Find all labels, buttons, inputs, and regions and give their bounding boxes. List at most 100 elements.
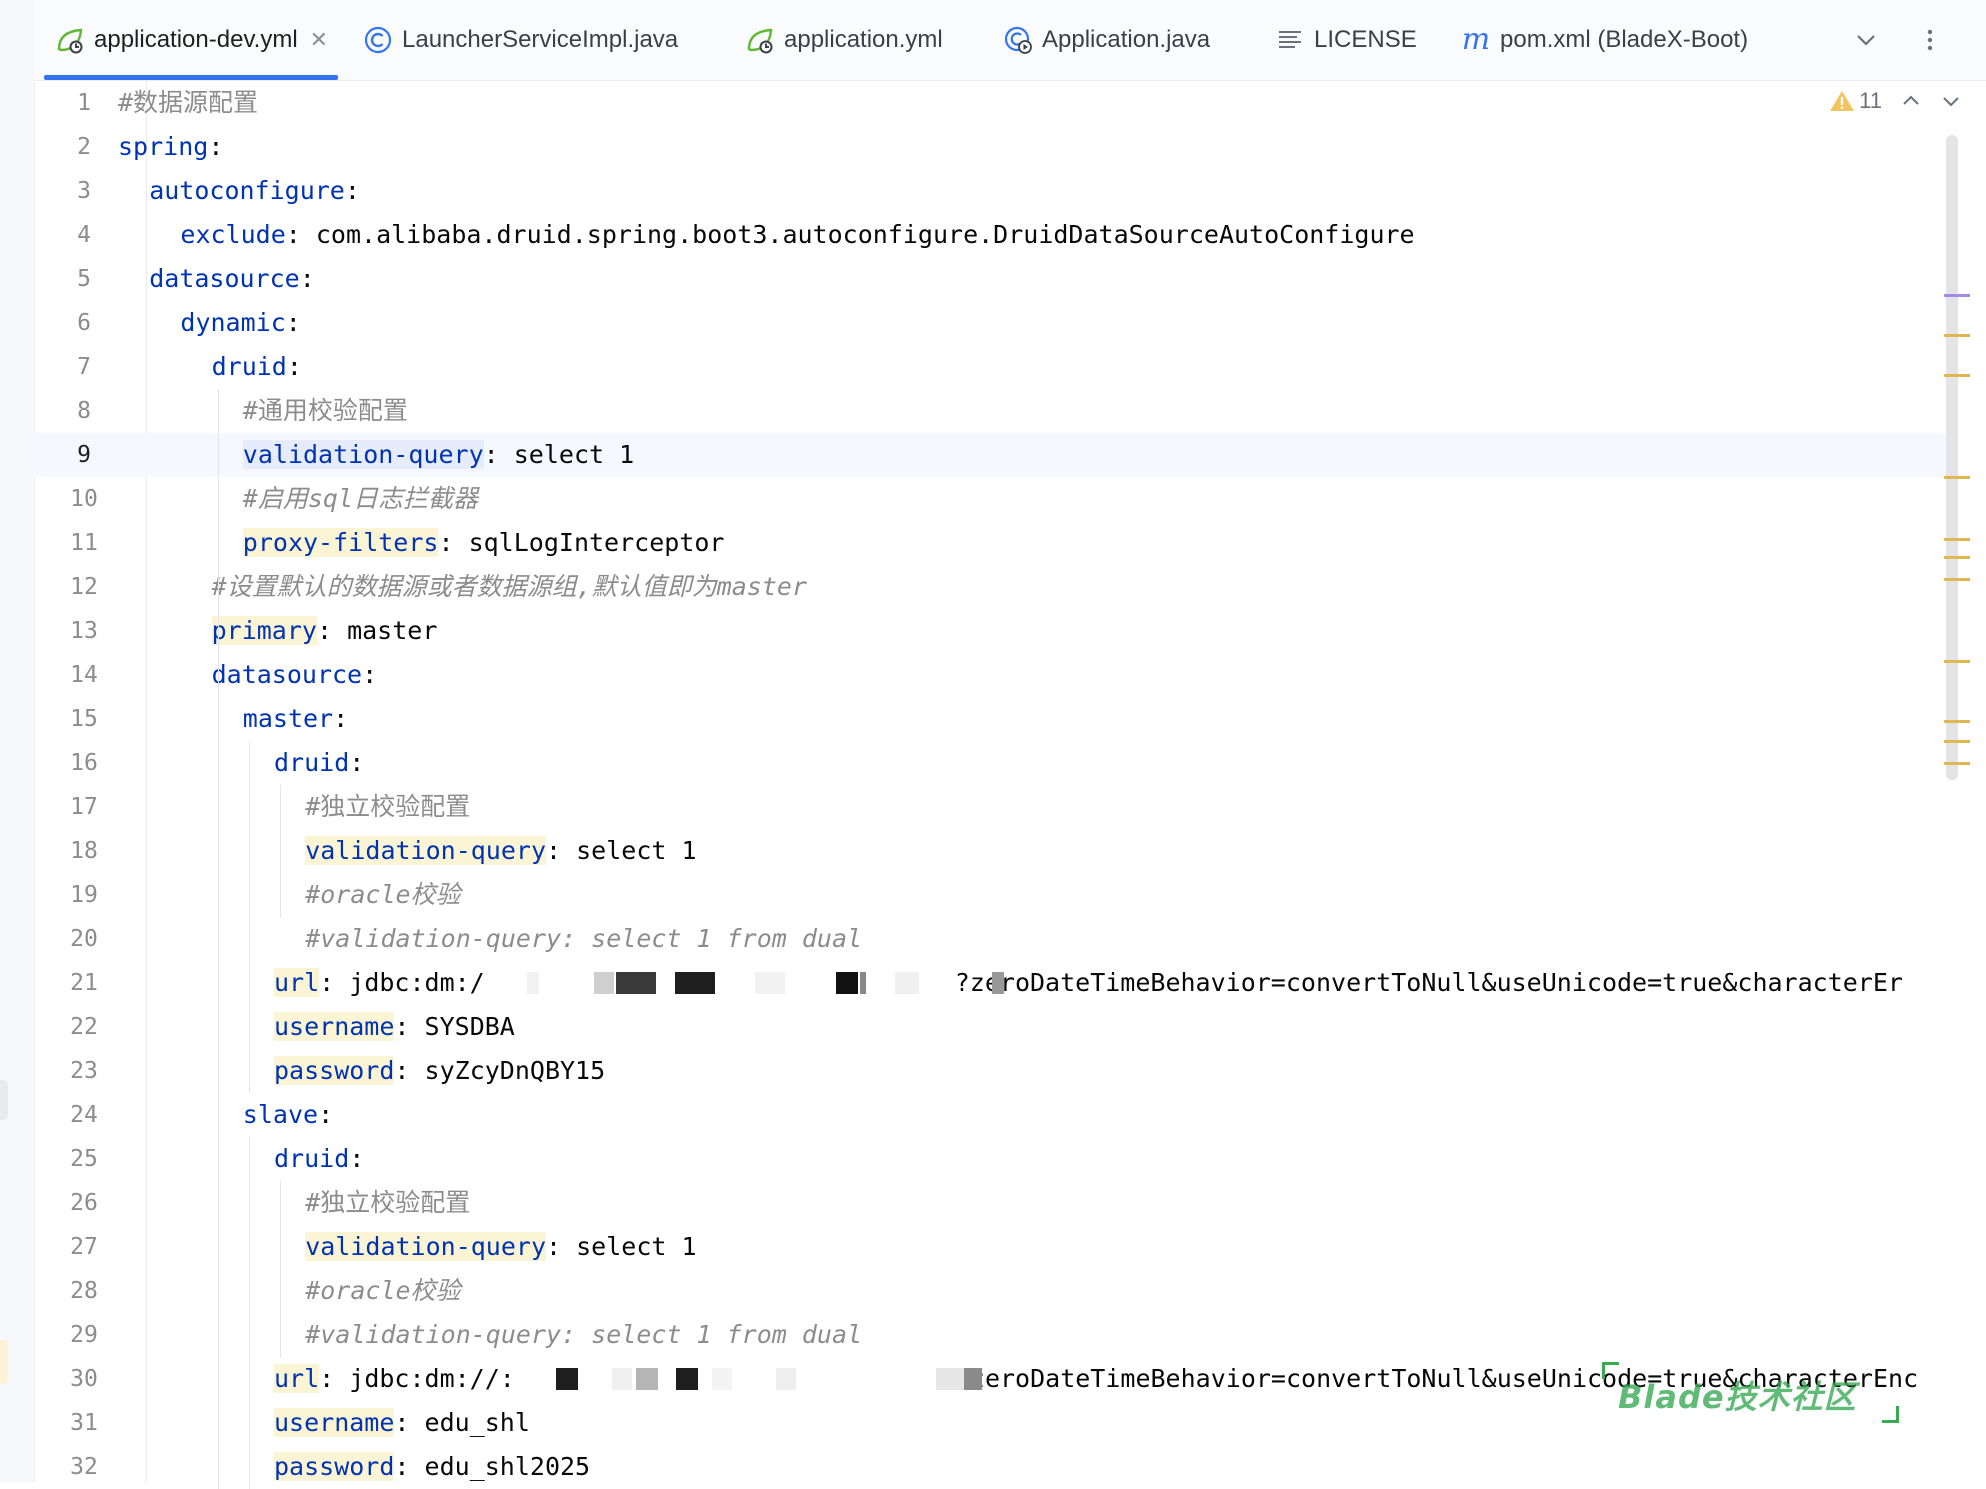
yaml-colon: : bbox=[316, 616, 333, 645]
editor-tab-bar: application-dev.yml ✕ LauncherServiceImp… bbox=[34, 0, 1986, 81]
line-number[interactable]: 6 bbox=[34, 301, 134, 345]
error-stripe-mark[interactable] bbox=[1944, 334, 1970, 337]
tab-application-java[interactable]: Application.java bbox=[1002, 0, 1210, 80]
line-number[interactable]: 18 bbox=[34, 829, 134, 873]
code-line[interactable]: 1 #数据源配置 bbox=[34, 81, 1946, 125]
code-line[interactable]: 27 validation-query: select 1 bbox=[34, 1225, 1946, 1269]
line-number[interactable]: 5 bbox=[34, 257, 134, 301]
code-line[interactable]: 21 url: jdbc:dm:/ ?zeroDateTimeBehavior=co… bbox=[34, 961, 1946, 1005]
line-number[interactable]: 17 bbox=[34, 785, 134, 829]
code-text: url: jdbc:dm:/ ?zeroDateTimeBehavior=conv… bbox=[274, 961, 1903, 1005]
line-number[interactable]: 24 bbox=[34, 1093, 134, 1137]
code-line[interactable]: 29 #validation-query: select 1 from dual bbox=[34, 1313, 1946, 1357]
line-number[interactable]: 19 bbox=[34, 873, 134, 917]
close-tab-icon[interactable]: ✕ bbox=[310, 27, 328, 53]
code-line[interactable]: 14 datasource: bbox=[34, 653, 1946, 697]
yaml-colon: : bbox=[299, 264, 315, 293]
code-text: datasource: bbox=[149, 257, 315, 301]
warning-counter[interactable]: 11 bbox=[1829, 88, 1882, 114]
chevron-down-icon[interactable] bbox=[1940, 90, 1962, 112]
code-line[interactable]: 28 #oracle校验 bbox=[34, 1269, 1946, 1313]
line-number[interactable]: 3 bbox=[34, 169, 134, 213]
code-line[interactable]: 25 druid: bbox=[34, 1137, 1946, 1181]
redaction-block bbox=[676, 1368, 698, 1390]
error-stripe-mark[interactable] bbox=[1944, 740, 1970, 743]
line-number[interactable]: 12 bbox=[34, 565, 134, 609]
line-number[interactable]: 10 bbox=[34, 477, 134, 521]
error-stripe-mark[interactable] bbox=[1944, 538, 1970, 541]
line-number[interactable]: 31 bbox=[34, 1401, 134, 1445]
code-line[interactable]: 22 username: SYSDBA bbox=[34, 1005, 1946, 1049]
code-line[interactable]: 23 password: syZcyDnQBY15 bbox=[34, 1049, 1946, 1093]
code-line[interactable]: 7 druid: bbox=[34, 345, 1946, 389]
code-line[interactable]: 20 #validation-query: select 1 from dual bbox=[34, 917, 1946, 961]
vertical-scrollbar[interactable] bbox=[1946, 135, 1958, 780]
line-number[interactable]: 4 bbox=[34, 213, 134, 257]
error-stripe-mark[interactable] bbox=[1944, 556, 1970, 559]
code-line[interactable]: 10 #启用sql日志拦截器 bbox=[34, 477, 1946, 521]
line-number[interactable]: 16 bbox=[34, 741, 134, 785]
code-line[interactable]: 32 password: edu_shl2025 bbox=[34, 1445, 1946, 1489]
line-number[interactable]: 32 bbox=[34, 1445, 134, 1489]
error-stripe-mark[interactable] bbox=[1944, 476, 1970, 479]
code-text: druid: bbox=[212, 345, 302, 389]
error-stripe-mark[interactable] bbox=[1944, 660, 1970, 663]
line-number[interactable]: 13 bbox=[34, 609, 134, 653]
code-line[interactable]: 5 datasource: bbox=[34, 257, 1946, 301]
tab-pom-xml[interactable]: m pom.xml (BladeX-Boot) bbox=[1460, 0, 1748, 80]
yaml-key: validation-query bbox=[242, 440, 484, 469]
line-number[interactable]: 9 bbox=[34, 433, 134, 477]
error-stripe-mark[interactable] bbox=[1944, 578, 1970, 581]
code-line[interactable]: 17 #独立校验配置 bbox=[34, 785, 1946, 829]
code-line[interactable]: 18 validation-query: select 1 bbox=[34, 829, 1946, 873]
code-line[interactable]: 15 master: bbox=[34, 697, 1946, 741]
yaml-colon: : bbox=[483, 440, 499, 469]
line-number[interactable]: 7 bbox=[34, 345, 134, 389]
code-line[interactable]: 26 #独立校验配置 bbox=[34, 1181, 1946, 1225]
code-line[interactable]: 24 slave: bbox=[34, 1093, 1946, 1137]
tab-application-dev-yml[interactable]: application-dev.yml ✕ bbox=[43, 0, 339, 80]
line-number[interactable]: 21 bbox=[34, 961, 134, 1005]
yaml-key: druid bbox=[274, 748, 350, 777]
show-hidden-tabs-button[interactable] bbox=[1844, 0, 1888, 80]
tab-license[interactable]: LICENSE bbox=[1274, 0, 1417, 80]
line-number[interactable]: 26 bbox=[34, 1181, 134, 1225]
line-number[interactable]: 27 bbox=[34, 1225, 134, 1269]
line-number[interactable]: 20 bbox=[34, 917, 134, 961]
code-line[interactable]: 6 dynamic: bbox=[34, 301, 1946, 345]
yaml-value: syZcyDnQBY15 bbox=[409, 1056, 606, 1085]
tab-launcherserviceimpl-java[interactable]: LauncherServiceImpl.java bbox=[362, 0, 678, 80]
code-line[interactable]: 9 validation-query: select 1 bbox=[34, 433, 1946, 477]
line-number[interactable]: 28 bbox=[34, 1269, 134, 1313]
code-text: spring: bbox=[118, 125, 223, 169]
code-line[interactable]: 16 druid: bbox=[34, 741, 1946, 785]
error-stripe-mark[interactable] bbox=[1944, 374, 1970, 377]
yaml-colon: : bbox=[546, 1232, 562, 1261]
line-number[interactable]: 30 bbox=[34, 1357, 134, 1401]
code-line[interactable]: 8 #通用校验配置 bbox=[34, 389, 1946, 433]
code-line[interactable]: 11 proxy-filters: sqlLogInterceptor bbox=[34, 521, 1946, 565]
chevron-up-icon[interactable] bbox=[1900, 90, 1922, 112]
line-number[interactable]: 25 bbox=[34, 1137, 134, 1181]
line-number[interactable]: 14 bbox=[34, 653, 134, 697]
line-number[interactable]: 15 bbox=[34, 697, 134, 741]
line-number[interactable]: 23 bbox=[34, 1049, 134, 1093]
error-stripe-mark[interactable] bbox=[1944, 294, 1970, 297]
line-number[interactable]: 29 bbox=[34, 1313, 134, 1357]
yaml-spring-icon bbox=[744, 24, 776, 56]
error-stripe-mark[interactable] bbox=[1944, 762, 1970, 765]
code-line[interactable]: 3 autoconfigure: bbox=[34, 169, 1946, 213]
tab-application-yml[interactable]: application.yml bbox=[744, 0, 943, 80]
line-number[interactable]: 11 bbox=[34, 521, 134, 565]
code-line[interactable]: 4 exclude: com.alibaba.druid.spring.boot3… bbox=[34, 213, 1946, 257]
line-number[interactable]: 8 bbox=[34, 389, 134, 433]
code-line[interactable]: 2 spring: bbox=[34, 125, 1946, 169]
yaml-comment: #oracle校验 bbox=[305, 880, 461, 909]
code-line[interactable]: 19 #oracle校验 bbox=[34, 873, 1946, 917]
line-number[interactable]: 22 bbox=[34, 1005, 134, 1049]
code-line[interactable]: 12 #设置默认的数据源或者数据源组,默认值即为master bbox=[34, 565, 1946, 609]
code-line[interactable]: 13 primary: master bbox=[34, 609, 1946, 653]
error-stripe-mark[interactable] bbox=[1944, 720, 1970, 723]
code-editor[interactable]: 1 #数据源配置 2 spring: 3 autoconfigure: 4 exclude: … bbox=[34, 81, 1986, 1489]
tab-options-menu-button[interactable] bbox=[1908, 0, 1952, 80]
